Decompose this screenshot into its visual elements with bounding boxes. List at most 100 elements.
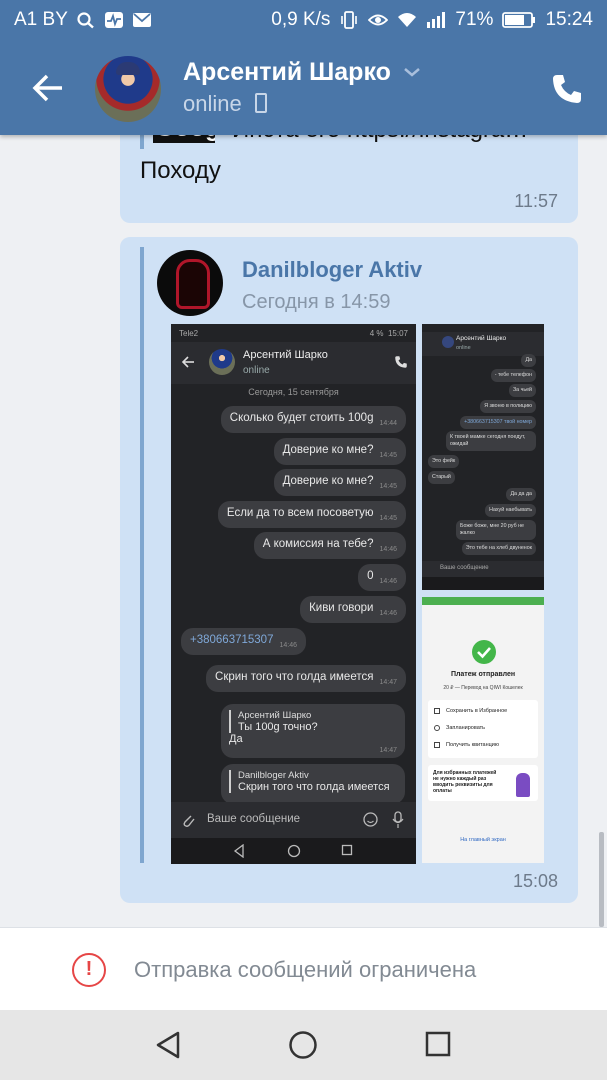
shot-bubble: Сколько будет стоить 100g 14:44 — [220, 406, 406, 433]
message-bubble[interactable]: Googl Инста его https://instagra… Походу… — [120, 135, 578, 223]
contact-status: online — [183, 91, 242, 116]
shot-bubble: Старый — [428, 471, 455, 484]
shot-avatar — [442, 336, 454, 348]
payment-action-row: Запланировать — [434, 725, 485, 731]
payment-actions: Сохранить в Избранное Запланировать Полу… — [428, 700, 538, 758]
shot-status-right: 4 % 15:07 — [369, 328, 408, 338]
payment-promo: Для избранных платежей не нужно каждый р… — [428, 765, 538, 801]
shot-bubble: Если да то всем посоветую 14:45 — [217, 501, 406, 528]
phone-icon[interactable] — [550, 72, 584, 106]
attached-screenshot-chat[interactable]: Tele2 4 % 15:07 Арсентий Шарко online Се… — [171, 324, 416, 864]
network-speed: 0,9 K/s — [271, 9, 331, 30]
attached-screenshot-chat-small[interactable]: Арсентий Шарко online Да - тебе телефон … — [422, 324, 544, 590]
shot-status-bar — [422, 597, 544, 605]
chat-area[interactable]: Googl Инста его https://instagra… Походу… — [0, 135, 607, 927]
shot-avatar — [209, 349, 235, 375]
paperclip-icon — [183, 815, 195, 827]
check-icon — [472, 640, 496, 664]
mail-icon — [132, 13, 151, 27]
shot-contact-status: online — [456, 345, 471, 351]
battery-icon — [502, 12, 536, 28]
payment-home-link: На главный экран — [460, 837, 506, 843]
shot-bubble: Доверие ко мне? 14:45 — [273, 469, 406, 496]
app-header: A1 BY 0,9 K/s 71% 15:24 Арсентий Шарко o… — [0, 0, 607, 135]
clock: 15:24 — [545, 9, 593, 30]
shot-bubble: Нахуй наебывать — [485, 504, 536, 517]
shot-bubble: Да да да — [506, 488, 536, 501]
link-thumbnail[interactable]: Googl — [153, 135, 215, 143]
shot-message-input: Ваше сообщение — [171, 802, 416, 838]
phone-icon — [395, 356, 407, 368]
vibrate-icon — [341, 11, 358, 29]
nav-back-icon — [233, 844, 244, 858]
nav-back-icon[interactable] — [154, 1030, 182, 1060]
microphone-icon — [392, 811, 404, 828]
eye-icon — [368, 14, 389, 26]
shot-carrier: Tele2 — [179, 328, 199, 338]
shot-nav-bar — [422, 577, 544, 590]
shot-bubble: Я звоню в полицию — [480, 400, 536, 413]
attached-screenshot-payment[interactable]: Платеж отправлен 20 ₽ — Перевод на QIWI … — [422, 597, 544, 863]
shot-bubble: За чьей — [508, 384, 536, 397]
shot-status-bar: Tele2 4 % 15:07 — [171, 324, 416, 342]
payment-title: Платеж отправлен — [450, 671, 516, 678]
shot-reply-bubble: Арсентий Шарко Ты 100g точно? Да 14:47 — [221, 704, 405, 758]
shot-contact-name: Арсентий Шарко — [243, 349, 328, 361]
smile-icon — [363, 812, 378, 827]
forward-date: Сегодня в 14:59 — [242, 291, 391, 313]
shot-reply-bubble: Danilbloger Aktiv Скрин того что голда им… — [221, 764, 405, 804]
signal-icon — [427, 12, 446, 28]
shot-bubble: - тебе телефон — [490, 369, 536, 382]
nav-home-icon[interactable] — [288, 1030, 318, 1060]
shot-header: Арсентий Шарко online — [422, 332, 544, 356]
message-time: 11:57 — [514, 191, 558, 211]
forwarded-message-bubble[interactable]: Danilbloger Aktiv Сегодня в 14:59 Tele2 … — [120, 237, 578, 903]
shot-contact-status: online — [243, 365, 270, 376]
search-icon — [77, 12, 94, 29]
contact-name[interactable]: Арсентий Шарко — [183, 58, 391, 87]
shot-bubble: +380663715307 твой номер — [460, 416, 536, 429]
link-preview-bar — [140, 135, 144, 149]
shot-header: Арсентий Шарко online — [171, 342, 416, 384]
link-text[interactable]: Инста его https://instagra… — [232, 135, 562, 145]
back-arrow-icon — [181, 356, 194, 368]
shot-bubble: Да — [521, 354, 536, 367]
shot-nav-bar — [171, 838, 416, 864]
forward-author-name[interactable]: Danilbloger Aktiv — [242, 257, 422, 283]
shot-bubble: Это тебе на хлеб двуненок — [461, 542, 536, 555]
messaging-restricted-bar: ! Отправка сообщений ограничена — [0, 927, 607, 1010]
nav-home-icon — [287, 844, 301, 858]
shot-bubble: Это фейк — [428, 455, 460, 468]
shot-date-separator: Сегодня, 15 сентября — [248, 387, 339, 397]
scrollbar[interactable] — [599, 832, 604, 927]
shot-bubble: А комиссия на тебе? 14:46 — [253, 532, 406, 559]
carrier-label: A1 BY — [14, 9, 68, 30]
status-bar: A1 BY 0,9 K/s 71% 15:24 — [0, 0, 607, 40]
mobile-icon — [255, 93, 267, 113]
battery-percent: 71% — [455, 9, 494, 30]
contact-avatar[interactable] — [95, 56, 161, 122]
nav-recents-icon[interactable] — [424, 1030, 452, 1058]
activity-icon — [104, 12, 123, 28]
forward-bar — [140, 247, 144, 863]
shot-bubble: К твоей мамке сегодня поедут, ожидай — [446, 431, 536, 451]
forward-author-avatar[interactable] — [157, 250, 223, 316]
message-time: 15:08 — [512, 871, 558, 891]
wifi-icon — [398, 13, 417, 27]
alert-circle-icon: ! — [72, 953, 106, 987]
restriction-text: Отправка сообщений ограничена — [134, 957, 477, 982]
chevron-down-icon[interactable] — [403, 66, 421, 78]
shot-message-input: Ваше сообщение — [422, 561, 544, 577]
shot-contact-name: Арсентий Шарко — [456, 335, 507, 342]
nav-recents-icon — [341, 844, 353, 856]
shot-bubble: 0 14:46 — [358, 564, 406, 591]
promo-illustration — [516, 773, 530, 797]
shot-bubble: Доверие ко мне? 14:45 — [273, 438, 406, 465]
payment-subtitle: 20 ₽ — Перевод на QIWI Кошелек — [443, 685, 523, 691]
shot-bubble: Скрин того что голда имеется 14:47 — [206, 665, 406, 692]
shot-bubble: Киви говори 14:46 — [300, 596, 406, 623]
back-arrow-icon[interactable] — [28, 68, 68, 108]
payment-action-row: Получить квитанцию — [434, 742, 499, 748]
payment-action-row: Сохранить в Избранное — [434, 708, 507, 714]
system-nav-bar — [0, 1010, 607, 1080]
